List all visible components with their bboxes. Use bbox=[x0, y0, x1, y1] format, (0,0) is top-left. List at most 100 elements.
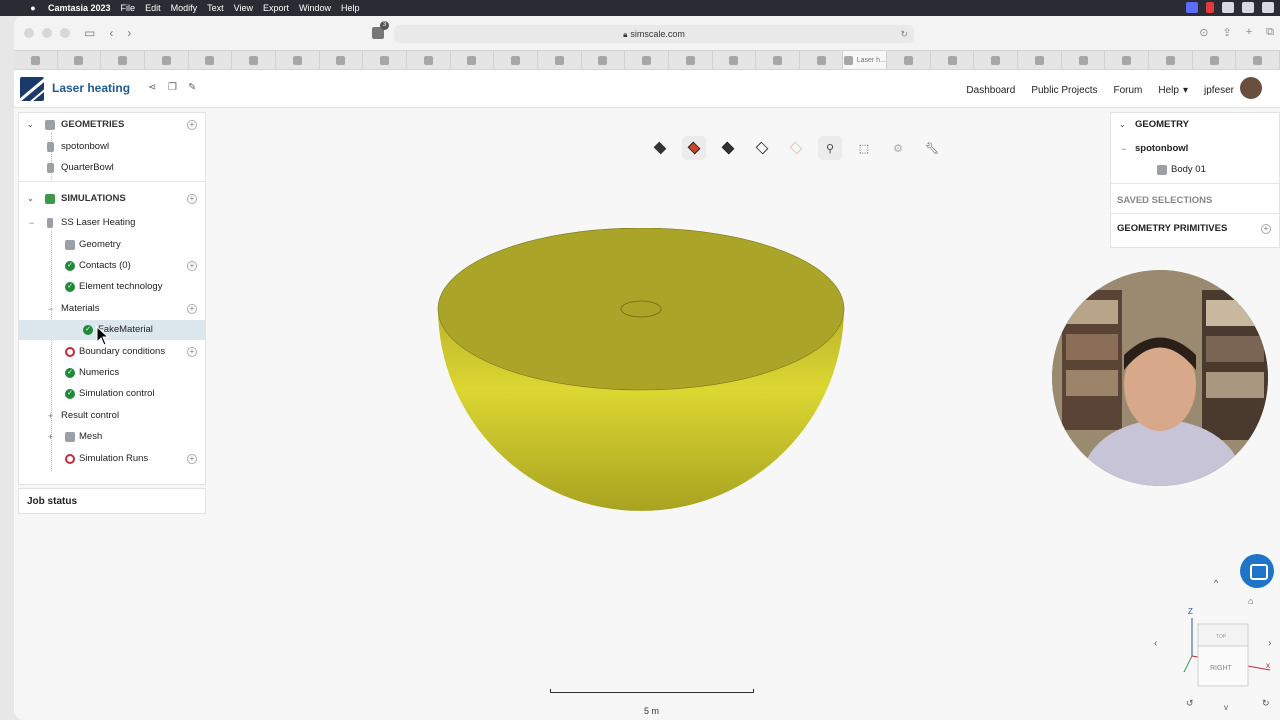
geometry-item[interactable]: QuarterBowl bbox=[19, 158, 205, 178]
browser-tab[interactable] bbox=[276, 51, 320, 69]
back-icon[interactable]: ‹ bbox=[109, 26, 113, 40]
tree-item-boundary-conditions[interactable]: Boundary conditions + bbox=[19, 342, 205, 362]
collapse-icon[interactable]: − bbox=[48, 299, 53, 319]
browser-tab[interactable] bbox=[1062, 51, 1106, 69]
settings-button[interactable]: ⚙ bbox=[886, 136, 910, 160]
browser-tab[interactable] bbox=[320, 51, 364, 69]
recording-icon[interactable] bbox=[1206, 2, 1214, 13]
browser-tab[interactable] bbox=[1193, 51, 1237, 69]
geometry-name-row[interactable]: − spotonbowl bbox=[1111, 139, 1279, 159]
edit-icon[interactable]: ✎ bbox=[188, 82, 196, 93]
browser-tab[interactable] bbox=[582, 51, 626, 69]
browser-tab[interactable] bbox=[1105, 51, 1150, 69]
browser-tab[interactable] bbox=[1149, 51, 1193, 69]
select-edge-button[interactable] bbox=[750, 136, 774, 160]
tree-item-geometry[interactable]: Geometry bbox=[19, 235, 205, 255]
tree-item-mesh[interactable]: + Mesh bbox=[19, 427, 205, 447]
geometry-panel-header[interactable]: ⌄ GEOMETRY bbox=[1111, 115, 1279, 135]
chevron-down-icon[interactable]: ⌄ bbox=[1119, 115, 1126, 135]
tree-item-contacts[interactable]: ✓ Contacts (0) + bbox=[19, 256, 205, 276]
menu-text[interactable]: Text bbox=[207, 3, 224, 13]
geometry-primitives-header[interactable]: GEOMETRY PRIMITIVES + bbox=[1111, 219, 1279, 239]
browser-tab[interactable] bbox=[713, 51, 757, 69]
point-select-button[interactable]: ⚲ bbox=[818, 136, 842, 160]
geometries-section-header[interactable]: ⌄ GEOMETRIES + bbox=[19, 115, 205, 135]
saved-selections-header[interactable]: SAVED SELECTIONS bbox=[1111, 191, 1279, 211]
screen-record-icon[interactable] bbox=[1186, 2, 1198, 13]
minimize-window-button[interactable] bbox=[42, 28, 52, 38]
menubar-app-name[interactable]: Camtasia 2023 bbox=[48, 3, 111, 13]
status-icon[interactable] bbox=[1242, 2, 1254, 13]
nav-dashboard[interactable]: Dashboard bbox=[966, 85, 1015, 96]
tab-overview-icon[interactable]: 3 bbox=[372, 21, 389, 39]
rotate-cw-icon[interactable]: ↻ bbox=[1262, 698, 1270, 708]
tree-item-numerics[interactable]: ✓ Numerics bbox=[19, 363, 205, 383]
simulation-item[interactable]: − SS Laser Heating bbox=[19, 213, 205, 233]
avatar[interactable] bbox=[1240, 77, 1262, 99]
forward-icon[interactable]: › bbox=[127, 26, 131, 40]
add-boundary-condition-icon[interactable]: + bbox=[187, 347, 197, 357]
add-contact-icon[interactable]: + bbox=[187, 261, 197, 271]
nav-forum[interactable]: Forum bbox=[1113, 85, 1142, 96]
add-material-icon[interactable]: + bbox=[187, 304, 197, 314]
home-view-icon[interactable]: ⌂ bbox=[1248, 596, 1253, 606]
rotate-right-icon[interactable]: › bbox=[1268, 638, 1271, 649]
menu-modify[interactable]: Modify bbox=[171, 3, 198, 13]
browser-tab[interactable] bbox=[931, 51, 975, 69]
downloads-icon[interactable]: ⊙ bbox=[1199, 26, 1208, 39]
browser-tab[interactable] bbox=[14, 51, 58, 69]
browser-tab[interactable] bbox=[145, 51, 189, 69]
select-face-button[interactable] bbox=[716, 136, 740, 160]
tree-item-result-control[interactable]: + Result control bbox=[19, 406, 205, 426]
add-simulation-icon[interactable]: + bbox=[187, 194, 197, 204]
select-node-button[interactable] bbox=[784, 136, 808, 160]
browser-tab[interactable] bbox=[451, 51, 495, 69]
copy-icon[interactable]: ❐ bbox=[168, 82, 177, 93]
bowl-top-face[interactable] bbox=[437, 228, 845, 391]
chevron-down-icon[interactable]: ⌄ bbox=[27, 115, 34, 135]
new-tab-icon[interactable]: + bbox=[1246, 26, 1252, 39]
geometry-item[interactable]: spotonbowl bbox=[19, 137, 205, 157]
menu-export[interactable]: Export bbox=[263, 3, 289, 13]
navigation-cube[interactable]: ^ ‹ › ⌂ Z x TOP RIGHT ↺ ↻ v bbox=[1144, 576, 1274, 712]
active-browser-tab[interactable]: Laser h... bbox=[843, 51, 888, 69]
browser-tab[interactable] bbox=[494, 51, 538, 69]
add-primitive-icon[interactable]: + bbox=[1261, 224, 1271, 234]
rotate-up-icon[interactable]: ^ bbox=[1214, 578, 1219, 588]
tree-item-simulation-control[interactable]: ✓ Simulation control bbox=[19, 384, 205, 404]
view-mode-button[interactable] bbox=[648, 136, 672, 160]
menu-view[interactable]: View bbox=[234, 3, 253, 13]
browser-tab[interactable] bbox=[756, 51, 800, 69]
reload-icon[interactable]: ↻ bbox=[900, 25, 908, 43]
job-status-panel[interactable]: Job status bbox=[18, 488, 206, 514]
expand-icon[interactable]: + bbox=[48, 427, 53, 447]
tree-item-materials[interactable]: − Materials + bbox=[19, 299, 205, 319]
zoom-window-button[interactable] bbox=[60, 28, 70, 38]
menu-file[interactable]: File bbox=[121, 3, 136, 13]
status-icon[interactable] bbox=[1222, 2, 1234, 13]
browser-tab[interactable] bbox=[669, 51, 713, 69]
menu-help[interactable]: Help bbox=[341, 3, 360, 13]
rotate-ccw-icon[interactable]: ↺ bbox=[1186, 698, 1194, 708]
project-title[interactable]: Laser heating bbox=[52, 81, 130, 95]
share-icon[interactable]: ⋖ bbox=[148, 82, 156, 93]
close-window-button[interactable] bbox=[24, 28, 34, 38]
simulations-section-header[interactable]: ⌄ SIMULATIONS + bbox=[19, 189, 205, 209]
browser-tab[interactable] bbox=[101, 51, 145, 69]
simscale-logo[interactable] bbox=[20, 77, 44, 101]
status-icon[interactable] bbox=[1262, 2, 1274, 13]
tab-overview-grid-icon[interactable]: ⧉ bbox=[1266, 26, 1274, 39]
menu-window[interactable]: Window bbox=[299, 3, 331, 13]
tools-button[interactable]: 🔧︎ bbox=[920, 136, 944, 160]
chevron-down-icon[interactable]: ⌄ bbox=[27, 189, 34, 209]
collapse-icon[interactable]: − bbox=[29, 213, 34, 233]
browser-tab[interactable] bbox=[407, 51, 451, 69]
add-run-icon[interactable]: + bbox=[187, 454, 197, 464]
add-geometry-icon[interactable]: + bbox=[187, 120, 197, 130]
address-bar[interactable]: 🔒︎ simscale.com ↻ bbox=[394, 25, 914, 43]
browser-tab[interactable] bbox=[974, 51, 1019, 69]
sidebar-toggle-icon[interactable]: ▭ bbox=[84, 26, 95, 40]
username[interactable]: jpfeser bbox=[1204, 85, 1234, 96]
box-select-button[interactable]: ⬚ bbox=[852, 136, 876, 160]
rotate-left-icon[interactable]: ‹ bbox=[1154, 638, 1157, 649]
